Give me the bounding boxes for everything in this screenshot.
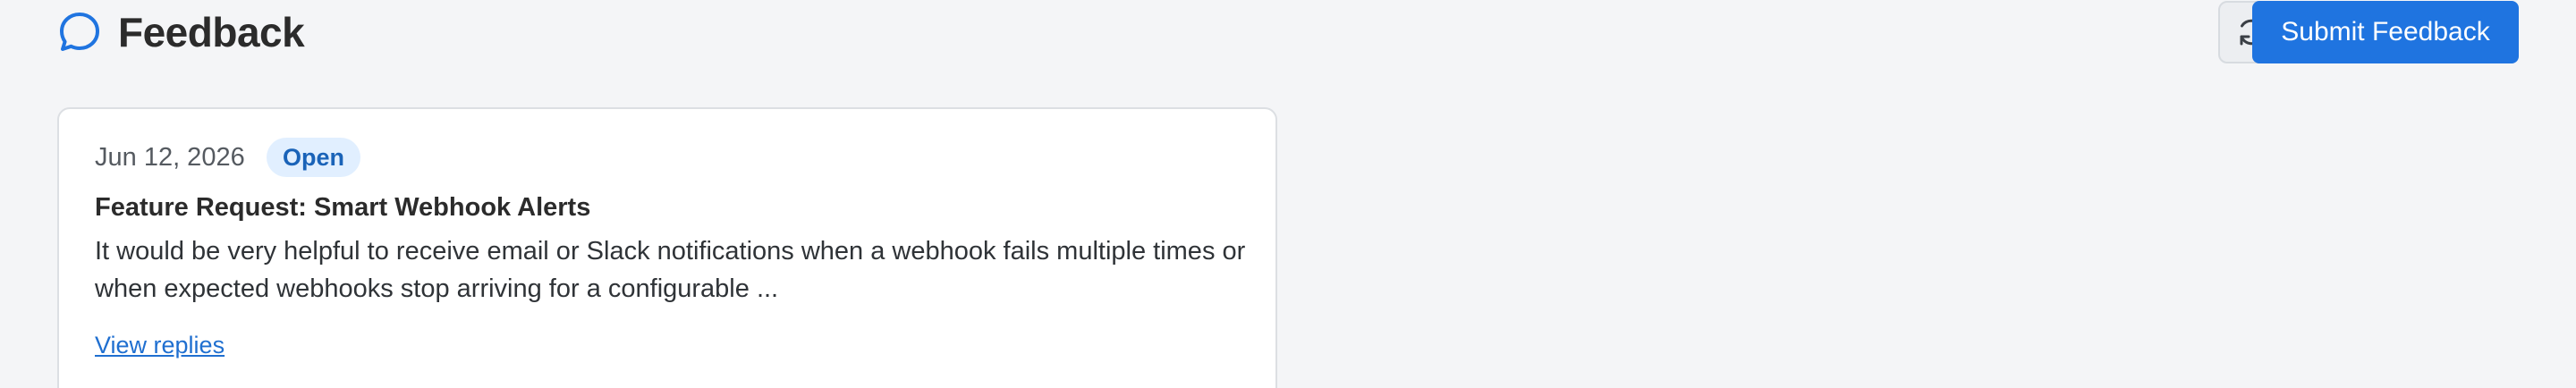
page-title: Feedback bbox=[118, 9, 305, 55]
feedback-card: Jun 12, 2026 Open Feature Request: Smart… bbox=[57, 107, 1277, 388]
feedback-body: It would be very helpful to receive emai… bbox=[95, 237, 1246, 303]
chat-bubble-icon bbox=[57, 10, 102, 55]
page-header: Feedback Submit Feedback bbox=[57, 0, 2519, 66]
feedback-date: Jun 12, 2026 bbox=[95, 143, 245, 172]
feedback-title: Feature Request: Smart Webhook Alerts bbox=[95, 193, 591, 222]
view-replies-link[interactable]: View replies bbox=[95, 327, 225, 363]
submit-feedback-button[interactable]: Submit Feedback bbox=[2252, 1, 2519, 63]
feedback-page: Feedback Submit Feedback Jun 12, 2026 Op… bbox=[0, 0, 2576, 388]
status-badge: Open bbox=[267, 138, 361, 177]
